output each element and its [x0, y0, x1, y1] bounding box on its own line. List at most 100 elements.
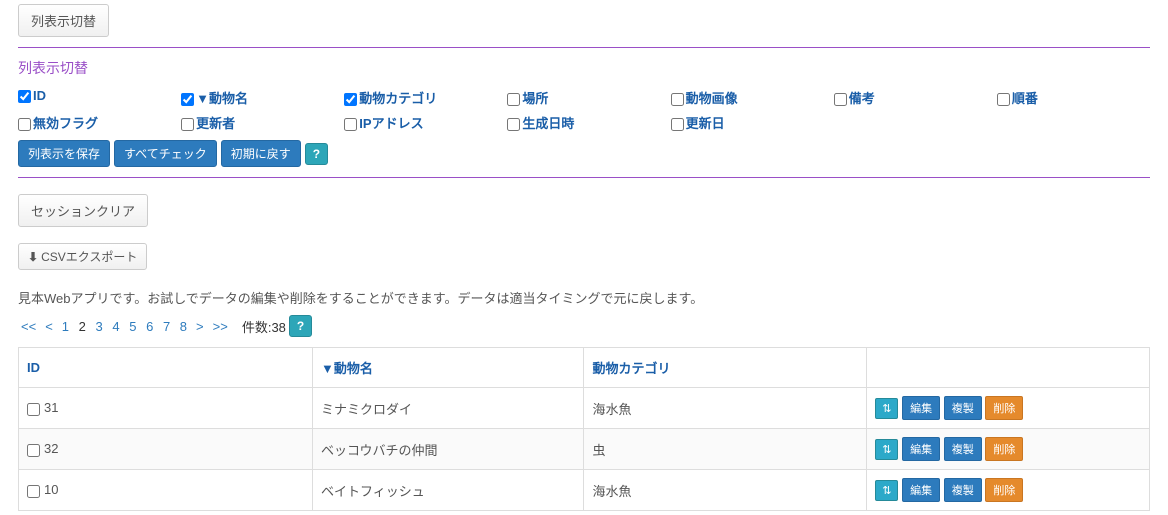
- pager-page[interactable]: 3: [93, 319, 106, 334]
- column-toggle-item: 備考: [834, 88, 987, 107]
- edit-button[interactable]: 編集: [902, 478, 940, 502]
- column-toggle-item: IPアドレス: [344, 113, 497, 132]
- column-toggle-checkbox[interactable]: [507, 118, 520, 131]
- check-all-button[interactable]: すべてチェック: [114, 140, 217, 167]
- delete-button[interactable]: 削除: [985, 437, 1023, 461]
- info-text: 見本Webアプリです。お試しでデータの編集や削除をすることができます。データは適…: [18, 288, 1150, 307]
- pager-next[interactable]: >: [193, 319, 207, 334]
- sort-button[interactable]: ⇅: [875, 439, 898, 460]
- row-checkbox[interactable]: [27, 485, 40, 498]
- column-toggle-checkbox[interactable]: [344, 93, 357, 106]
- table-row: 10ベイトフィッシュ海水魚⇅ 編集 複製 削除: [19, 470, 1150, 511]
- csv-export-label: CSVエクスポート: [41, 248, 137, 265]
- table-row: 32ベッコウバチの仲間虫⇅ 編集 複製 削除: [19, 429, 1150, 470]
- cell-name: ベイトフィッシュ: [313, 470, 584, 511]
- edit-button[interactable]: 編集: [902, 396, 940, 420]
- cell-actions: ⇅ 編集 複製 削除: [867, 388, 1150, 429]
- column-toggle-item: 動物画像: [671, 88, 824, 107]
- cell-id: 32: [19, 429, 313, 470]
- pager-page[interactable]: 7: [160, 319, 173, 334]
- column-toggle-label[interactable]: IPアドレス: [359, 116, 423, 131]
- pager-page[interactable]: 4: [109, 319, 122, 334]
- pager-page[interactable]: 5: [126, 319, 139, 334]
- divider: [18, 177, 1150, 178]
- delete-button[interactable]: 削除: [985, 478, 1023, 502]
- divider: [18, 47, 1150, 48]
- pager-last[interactable]: >>: [210, 319, 231, 334]
- column-toggle-label[interactable]: 順番: [1012, 91, 1038, 106]
- cell-category: 海水魚: [584, 470, 867, 511]
- column-toggle-checkbox[interactable]: [181, 93, 194, 106]
- column-toggle-label[interactable]: 無効フラグ: [33, 116, 98, 131]
- data-table: ID ▼動物名 動物カテゴリ 31ミナミクロダイ海水魚⇅ 編集 複製 削除32ベ…: [18, 347, 1150, 511]
- pager: << < 1 2 3 4 5 6 7 8 > >> 件数:38 ?: [18, 315, 1150, 337]
- column-toggle-item: 動物カテゴリ: [344, 88, 497, 107]
- session-clear-button[interactable]: セッションクリア: [18, 194, 148, 227]
- cell-id: 10: [19, 470, 313, 511]
- copy-button[interactable]: 複製: [944, 396, 982, 420]
- column-toggle-checkbox[interactable]: [997, 93, 1010, 106]
- column-toggle-item: 更新日: [671, 113, 824, 132]
- pager-help-button[interactable]: ?: [289, 315, 312, 337]
- column-toggle-item: ID: [18, 88, 171, 107]
- column-toggle-label[interactable]: 動物カテゴリ: [359, 91, 437, 106]
- edit-button[interactable]: 編集: [902, 437, 940, 461]
- sort-button[interactable]: ⇅: [875, 398, 898, 419]
- cell-id: 31: [19, 388, 313, 429]
- column-toggle-checkbox[interactable]: [18, 118, 31, 131]
- table-row: 31ミナミクロダイ海水魚⇅ 編集 複製 削除: [19, 388, 1150, 429]
- copy-button[interactable]: 複製: [944, 437, 982, 461]
- column-toggle-item: 場所: [507, 88, 660, 107]
- reset-columns-button[interactable]: 初期に戻す: [221, 140, 301, 167]
- row-checkbox[interactable]: [27, 444, 40, 457]
- column-toggle-checkbox[interactable]: [181, 118, 194, 131]
- column-toggle-checkbox[interactable]: [671, 118, 684, 131]
- column-toggle-label[interactable]: 生成日時: [522, 116, 574, 131]
- download-icon: ⬇: [28, 250, 38, 264]
- pager-prev[interactable]: <: [42, 319, 56, 334]
- column-toggle-label[interactable]: ▼動物名: [196, 91, 248, 106]
- column-toggle-label[interactable]: 更新者: [196, 116, 235, 131]
- pager-count: 件数:38: [242, 317, 286, 336]
- copy-button[interactable]: 複製: [944, 478, 982, 502]
- pager-current: 2: [76, 319, 89, 334]
- column-toggle-checkbox[interactable]: [834, 93, 847, 106]
- column-toggle-label[interactable]: 更新日: [686, 116, 725, 131]
- th-category[interactable]: 動物カテゴリ: [584, 348, 867, 388]
- column-toggle-label[interactable]: 場所: [522, 91, 548, 106]
- column-toggle-item: ▼動物名: [181, 88, 334, 107]
- th-name[interactable]: ▼動物名: [313, 348, 584, 388]
- pager-page[interactable]: 6: [143, 319, 156, 334]
- save-columns-button[interactable]: 列表示を保存: [18, 140, 110, 167]
- column-toggle-item: 更新者: [181, 113, 334, 132]
- csv-export-button[interactable]: ⬇ CSVエクスポート: [18, 243, 147, 270]
- column-toggle-label[interactable]: 動物画像: [686, 91, 738, 106]
- cell-actions: ⇅ 編集 複製 削除: [867, 470, 1150, 511]
- row-checkbox[interactable]: [27, 403, 40, 416]
- sort-button[interactable]: ⇅: [875, 480, 898, 501]
- column-toggle-checkbox[interactable]: [507, 93, 520, 106]
- column-toggle-item: 無効フラグ: [18, 113, 171, 132]
- toggle-columns-button[interactable]: 列表示切替: [18, 4, 109, 37]
- column-toggle-item: 生成日時: [507, 113, 660, 132]
- column-toggle-label[interactable]: 備考: [849, 91, 875, 106]
- cell-name: ミナミクロダイ: [313, 388, 584, 429]
- help-button[interactable]: ?: [305, 143, 328, 165]
- column-toggle-grid: ID ▼動物名 動物カテゴリ 場所 動物画像 備考 順番無効フラグ 更新者 IPアドレス 生成日時…: [18, 88, 1150, 132]
- pager-page[interactable]: 1: [59, 319, 72, 334]
- cell-actions: ⇅ 編集 複製 削除: [867, 429, 1150, 470]
- pager-first[interactable]: <<: [18, 319, 39, 334]
- column-buttons-row: 列表示を保存 すべてチェック 初期に戻す ?: [18, 140, 1150, 167]
- column-toggle-item: 順番: [997, 88, 1150, 107]
- pager-page[interactable]: 8: [177, 319, 190, 334]
- column-toggle-checkbox[interactable]: [18, 90, 31, 103]
- th-id[interactable]: ID: [19, 348, 313, 388]
- cell-category: 虫: [584, 429, 867, 470]
- column-toggle-checkbox[interactable]: [671, 93, 684, 106]
- column-toggle-checkbox[interactable]: [344, 118, 357, 131]
- cell-name: ベッコウバチの仲間: [313, 429, 584, 470]
- cell-category: 海水魚: [584, 388, 867, 429]
- toggle-section-title: 列表示切替: [18, 58, 1150, 78]
- delete-button[interactable]: 削除: [985, 396, 1023, 420]
- column-toggle-label[interactable]: ID: [33, 88, 46, 103]
